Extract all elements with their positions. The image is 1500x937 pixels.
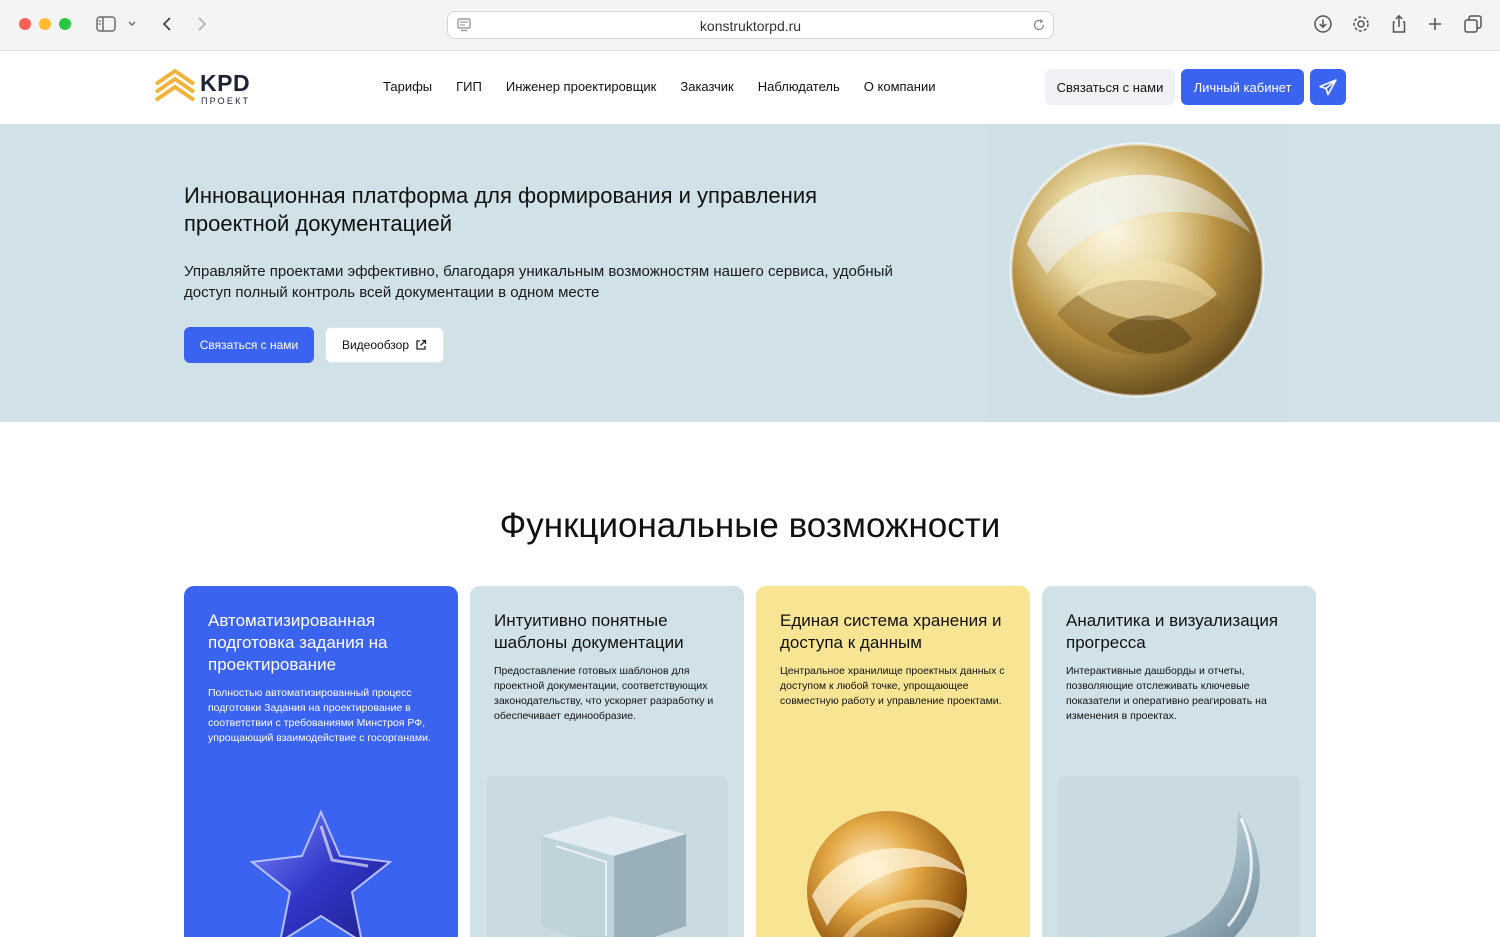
hero-glass-sphere-image (987, 124, 1287, 422)
feature-card-text: Центральное хранилище проектных данных с… (780, 665, 1005, 707)
logo[interactable]: KPD ПРОЕКТ (154, 68, 254, 108)
video-review-button[interactable]: Видеообзор (325, 327, 444, 363)
hero-title: Инновационная платформа для формирования… (184, 183, 818, 236)
telegram-icon (1319, 79, 1337, 96)
feature-card-text: Полностью автоматизированный процесс под… (208, 687, 431, 744)
telegram-button[interactable] (1310, 69, 1346, 105)
header-contact-button[interactable]: Связаться с нами (1045, 69, 1175, 105)
minimize-window-button[interactable] (39, 18, 51, 30)
url-text: konstruktorpd.ru (699, 18, 802, 34)
nav-item-tariffs[interactable]: Тарифы (383, 79, 432, 94)
sidebar-icon[interactable] (95, 13, 117, 35)
feature-card-storage[interactable]: Единая система хранения и доступа к данн… (756, 586, 1030, 937)
nav-item-observer[interactable]: Наблюдатель (758, 79, 840, 94)
feature-card-title: Аналитика и визуализация прогресса (1066, 611, 1279, 652)
feature-card-automation[interactable]: Автоматизированная подготовка задания на… (184, 586, 458, 937)
logo-chevrons-icon (154, 68, 196, 102)
nav-item-customer[interactable]: Заказчик (680, 79, 733, 94)
zoom-window-button[interactable] (59, 18, 71, 30)
close-window-button[interactable] (19, 18, 31, 30)
browser-toolbar: konstruktorpd.ru (0, 0, 1500, 51)
logo-subtext: ПРОЕКТ (201, 96, 251, 106)
forward-icon[interactable] (191, 13, 213, 35)
nav-item-engineer[interactable]: Инженер проектировщик (506, 79, 657, 94)
video-review-label: Видеообзор (341, 338, 410, 352)
personal-cabinet-button[interactable]: Личный кабинет (1181, 69, 1304, 105)
address-bar[interactable]: konstruktorpd.ru (447, 11, 1054, 39)
new-tab-icon[interactable] (1424, 13, 1446, 35)
external-link-icon (416, 339, 427, 350)
nav-item-gip[interactable]: ГИП (456, 79, 482, 94)
feature-card-title: Единая система хранения и доступа к данн… (780, 611, 1002, 652)
nav-item-about[interactable]: О компании (864, 79, 936, 94)
glass-crescent-image (1058, 776, 1300, 937)
share-icon[interactable] (1388, 13, 1410, 35)
golden-sphere-image (772, 776, 1014, 937)
glass-cube-image (486, 776, 728, 937)
feature-card-title: Автоматизированная подготовка задания на… (208, 611, 388, 674)
feature-card-text: Интерактивные дашборды и отчеты, позволя… (1066, 665, 1267, 722)
tabs-overview-icon[interactable] (1462, 13, 1484, 35)
main-nav: Тарифы ГИП Инженер проектировщик Заказчи… (383, 79, 935, 94)
feature-card-analytics[interactable]: Аналитика и визуализация прогресса Интер… (1042, 586, 1316, 937)
reload-icon[interactable] (1031, 17, 1047, 38)
site-header: KPD ПРОЕКТ Тарифы ГИП Инженер проектиров… (0, 51, 1500, 124)
chevron-down-icon[interactable] (124, 13, 140, 35)
star-image (200, 776, 442, 937)
feature-card-templates[interactable]: Интуитивно понятные шаблоны документации… (470, 586, 744, 937)
feature-card-title: Интуитивно понятные шаблоны документации (494, 611, 684, 652)
hero-description: Управляйте проектами эффективно, благода… (184, 263, 893, 301)
hero-contact-button[interactable]: Связаться с нами (184, 327, 314, 363)
hero-section: Инновационная платформа для формирования… (0, 124, 1500, 422)
download-icon[interactable] (1312, 13, 1334, 35)
logo-text: KPD (200, 70, 251, 96)
feature-card-text: Предоставление готовых шаблонов для прое… (494, 665, 714, 722)
back-icon[interactable] (156, 13, 178, 35)
gear-icon[interactable] (1350, 13, 1372, 35)
features-title: Функциональные возможности (499, 506, 1001, 545)
